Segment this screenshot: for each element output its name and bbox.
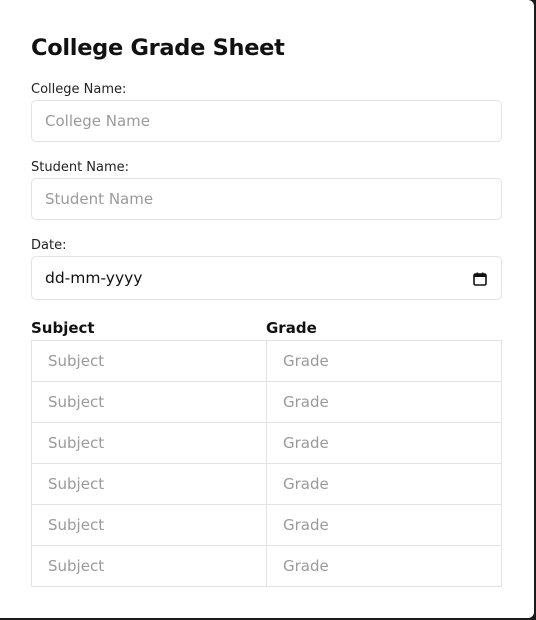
subject-input[interactable] (32, 423, 266, 463)
page-title: College Grade Sheet (31, 35, 285, 61)
table-row (32, 423, 502, 464)
grade-cell (267, 341, 502, 382)
grade-input[interactable] (267, 546, 501, 586)
subject-input[interactable] (32, 505, 266, 545)
grade-input[interactable] (267, 464, 501, 504)
table-row (32, 464, 502, 505)
table-row (32, 341, 502, 382)
grade-table (31, 340, 502, 587)
grade-input[interactable] (267, 341, 501, 381)
subject-input[interactable] (32, 464, 266, 504)
student-name-label: Student Name: (31, 160, 130, 175)
subject-input[interactable] (32, 546, 266, 586)
table-row (32, 505, 502, 546)
subject-column-header: Subject (31, 319, 95, 337)
date-label: Date: (31, 238, 67, 253)
subject-cell (32, 505, 267, 546)
student-name-input[interactable] (32, 179, 501, 219)
subject-cell (32, 464, 267, 505)
college-name-field-box (31, 100, 502, 142)
student-name-field-box (31, 178, 502, 220)
subject-cell (32, 382, 267, 423)
grade-cell (267, 505, 502, 546)
subject-input[interactable] (32, 382, 266, 422)
grade-input[interactable] (267, 505, 501, 545)
grade-cell (267, 464, 502, 505)
subject-cell (32, 423, 267, 464)
grade-cell (267, 382, 502, 423)
subject-input[interactable] (32, 341, 266, 381)
grade-cell (267, 423, 502, 464)
grade-column-header: Grade (266, 319, 317, 337)
college-name-input[interactable] (32, 101, 501, 141)
grade-cell (267, 546, 502, 587)
calendar-icon[interactable] (473, 271, 487, 286)
date-value: dd-mm-yyyy (45, 269, 143, 287)
table-row (32, 382, 502, 423)
grade-sheet-card: College Grade Sheet College Name: Studen… (0, 0, 534, 618)
grade-input[interactable] (267, 382, 501, 422)
table-row (32, 546, 502, 587)
grade-input[interactable] (267, 423, 501, 463)
date-input[interactable]: dd-mm-yyyy (31, 256, 502, 300)
subject-cell (32, 546, 267, 587)
college-name-label: College Name: (31, 82, 127, 97)
subject-cell (32, 341, 267, 382)
